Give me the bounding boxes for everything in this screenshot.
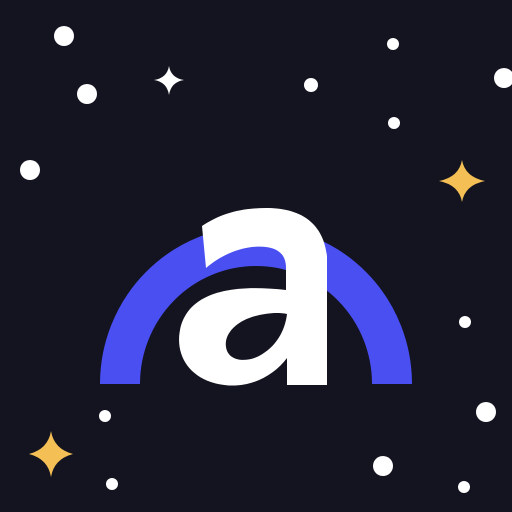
star-dot: [459, 316, 471, 328]
star-dot: [304, 78, 318, 92]
star-dot: [54, 26, 74, 46]
app-icon-svg: [0, 0, 512, 512]
star-dot: [458, 481, 470, 493]
star-dot: [373, 456, 393, 476]
star-dot: [77, 84, 97, 104]
star-dot: [388, 117, 400, 129]
star-dot: [99, 410, 111, 422]
star-dot: [387, 38, 399, 50]
star-dot: [20, 160, 40, 180]
app-icon: [0, 0, 512, 512]
star-dot: [106, 478, 118, 490]
star-dot: [476, 402, 496, 422]
